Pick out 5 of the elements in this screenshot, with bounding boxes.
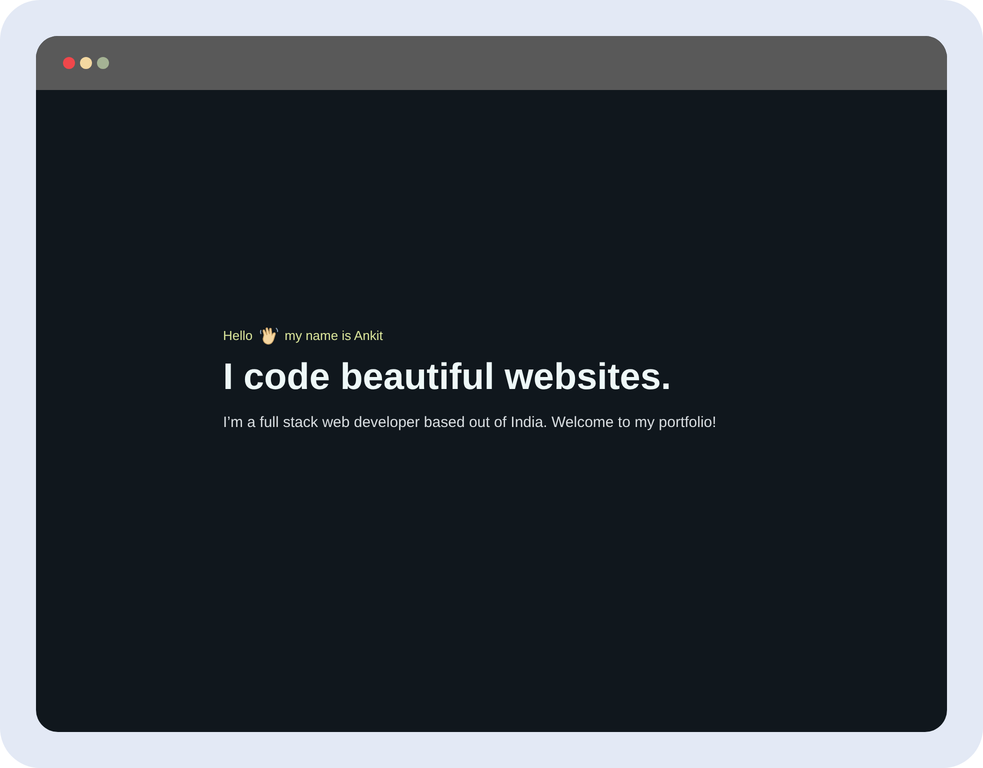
waving-hand-icon [258, 326, 279, 346]
intro-text: I’m a full stack web developer based out of India. Welcome to my portfolio! [223, 413, 718, 434]
greeting-text: Hello [223, 327, 253, 346]
headline: I code beautiful websites. [223, 355, 672, 399]
greeting-text: my name is Ankit [284, 327, 383, 346]
